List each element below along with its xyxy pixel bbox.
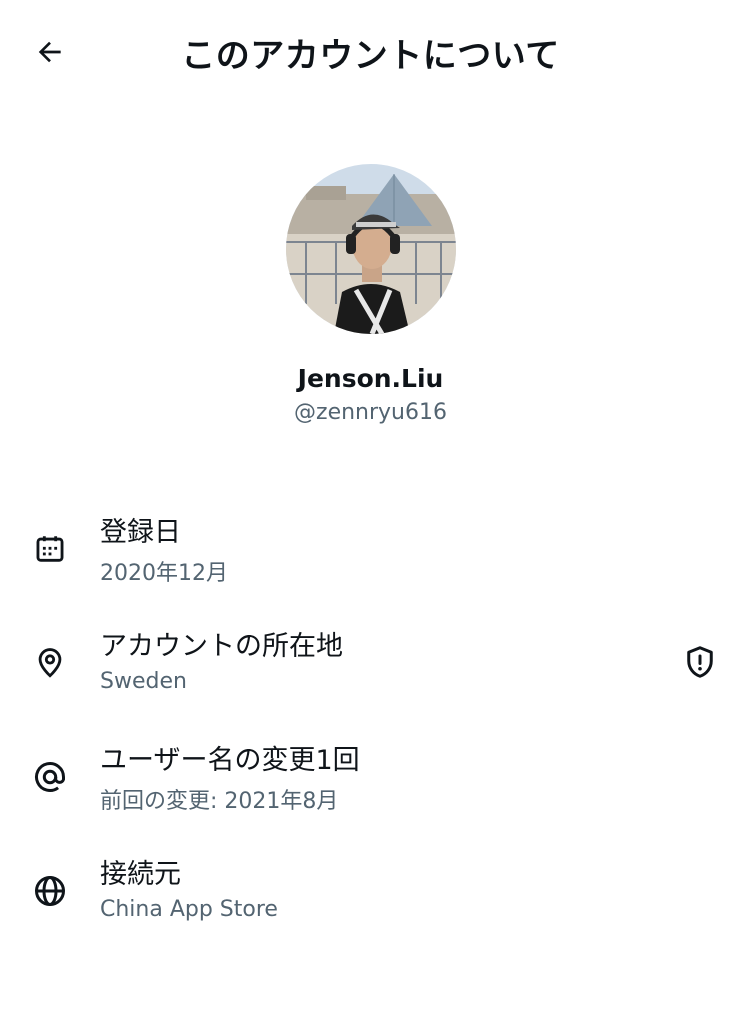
display-name: Jenson.Liu [297,364,444,393]
info-label-username-changes: ユーザー名の変更1回 [100,745,360,776]
info-label-location: アカウントの所在地 [100,631,343,662]
info-label-joined: 登録日 [100,517,181,548]
info-item-joined: 登録日 2020年12月 [0,510,741,600]
info-value-connected-via: China App Store [100,897,278,922]
info-value-location: Sweden [100,669,187,694]
user-handle: @zennryu616 [294,400,447,425]
at-sign-icon [30,757,70,797]
page-title: このアカウントについて [181,36,560,76]
info-value-joined: 2020年12月 [100,561,228,586]
header: このアカウントについて [0,0,741,100]
info-item-username-changes: ユーザー名の変更1回 前回の変更: 2021年8月 [0,738,741,828]
info-label-connected-via: 接続元 [100,859,181,890]
location-pin-icon [30,643,70,683]
avatar [286,164,456,334]
info-item-connected-via: 接続元 China App Store [0,852,741,942]
shield-alert-icon [687,646,713,678]
info-item-location: アカウントの所在地 Sweden [0,624,741,714]
calendar-icon [30,529,70,569]
globe-icon [30,871,70,911]
shield-alert-button[interactable] [680,642,720,682]
info-value-username-changes: 前回の変更: 2021年8月 [100,789,339,814]
